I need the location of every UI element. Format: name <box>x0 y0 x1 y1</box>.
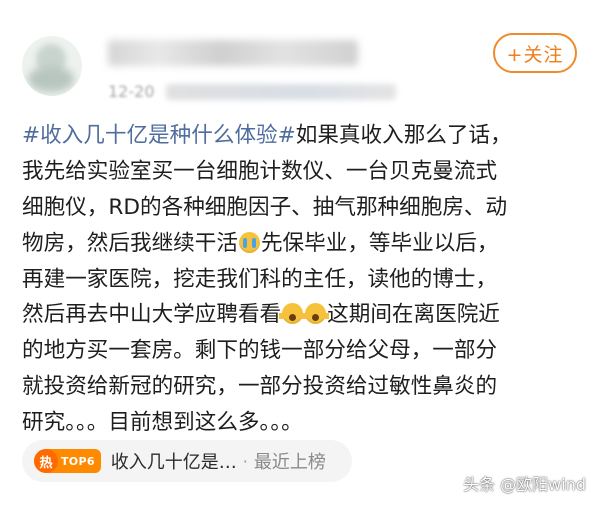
trending-rank-badge: 热 TOP6 <box>34 449 101 473</box>
hot-icon: 热 <box>34 449 58 473</box>
watermark: 头条 @欧阳wind <box>463 475 586 494</box>
hashtag-link[interactable]: #收入几十亿是种什么体验# <box>22 123 296 148</box>
post-line: 研究。。。目前想到这么多。。。 <box>22 410 303 436</box>
post-line: 物房，然后我继续干活 先保毕业，等毕业以后， <box>22 226 584 262</box>
post-text: 物房，然后我继续干活 <box>22 230 238 256</box>
rank-label: TOP6 <box>61 454 95 468</box>
post-line: 再建一家医院，挖走我们科的主任，读他的博士， <box>22 266 498 292</box>
post-source-blurred <box>166 84 396 100</box>
separator-dot: · <box>242 451 248 471</box>
username-blurred[interactable] <box>108 40 358 66</box>
crying-face-icon <box>238 231 260 253</box>
post-text: 然后再去中山大学应聘看看 <box>22 302 282 328</box>
post-text: 这期间在离医院近 <box>327 302 500 328</box>
post-text: 如果真收入那么了话， <box>295 123 512 148</box>
post-line: 然后再去中山大学应聘看看 这期间在离医院近 <box>22 297 584 333</box>
trending-topic-card[interactable]: 热 TOP6 收入几十亿是… · 最近上榜 <box>22 440 352 482</box>
screaming-face-icon <box>302 303 330 325</box>
trending-status: 最近上榜 <box>253 452 326 473</box>
avatar-blur-shape <box>28 66 74 92</box>
post-line: 的地方买一套房。剩下的钱一部分给父母，一部分 <box>22 338 498 364</box>
post-line: #收入几十亿是种什么体验#如果真收入那么了话， <box>22 118 584 154</box>
post-line: 细胞仪，RD的各种细胞因子、抽气那种细胞房、动 <box>22 194 508 220</box>
post-line: 就投资给新冠的研究，一部分投资给过敏性鼻炎的 <box>22 374 498 400</box>
post-line: 我先给实验室买一台细胞计数仪、一台贝克曼流式 <box>22 158 498 184</box>
follow-button[interactable]: +关注 <box>493 33 577 73</box>
trending-topic-title: 收入几十亿是… <box>110 452 237 473</box>
post-time: 12-20 <box>108 82 155 101</box>
post-text: 先保毕业，等毕业以后， <box>260 230 499 256</box>
post-body: #收入几十亿是种什么体验#如果真收入那么了话， 我先给实验室买一台细胞计数仪、一… <box>22 118 584 441</box>
screaming-face-icon <box>279 303 307 325</box>
avatar[interactable] <box>22 36 82 96</box>
